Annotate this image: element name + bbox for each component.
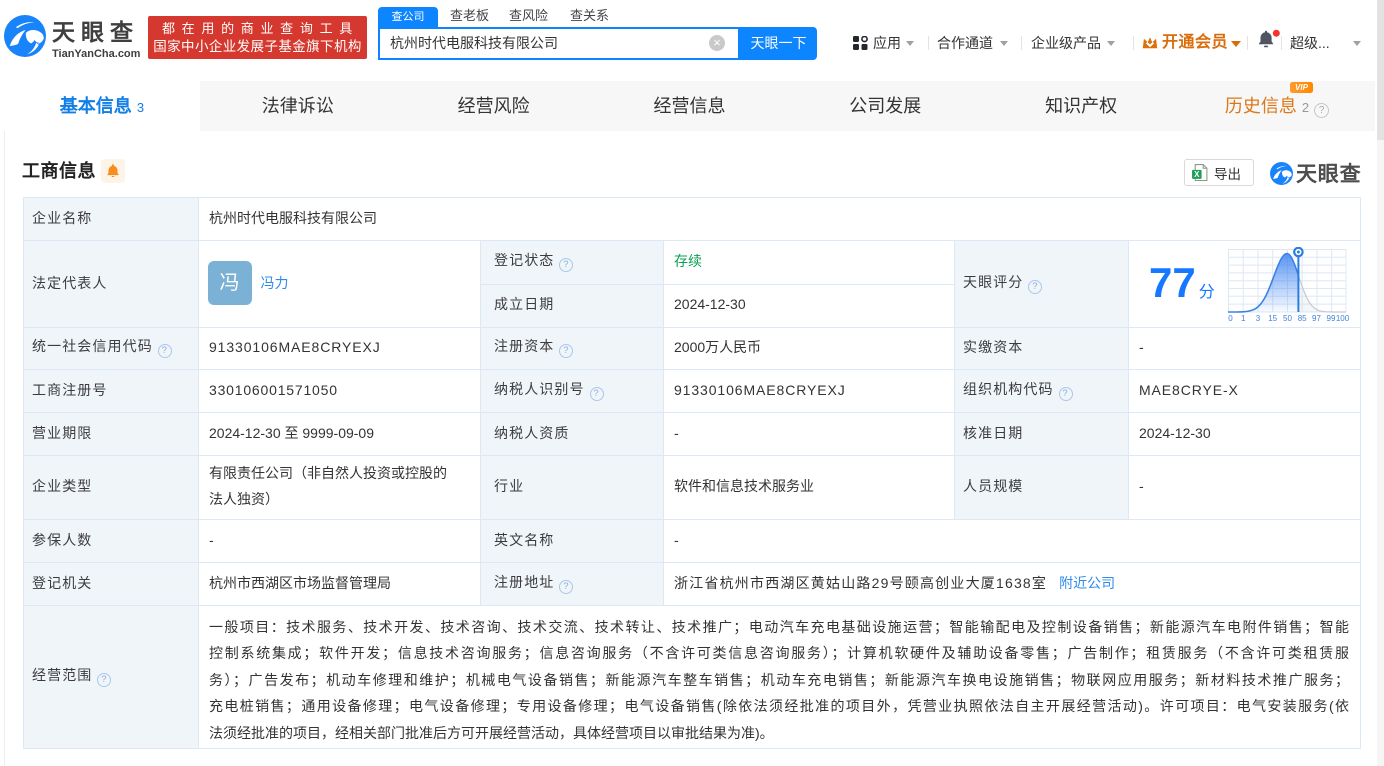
svg-text:1: 1 [1241, 314, 1246, 323]
svg-text:0: 0 [1228, 314, 1233, 323]
svg-text:85: 85 [1298, 314, 1307, 323]
svg-text:50: 50 [1283, 314, 1292, 323]
svg-text:99: 99 [1327, 314, 1336, 323]
svg-text:15: 15 [1268, 314, 1277, 323]
svg-text:3: 3 [1256, 314, 1261, 323]
svg-text:X: X [1194, 170, 1200, 179]
svg-text:97: 97 [1312, 314, 1321, 323]
svg-text:100: 100 [1336, 314, 1350, 323]
